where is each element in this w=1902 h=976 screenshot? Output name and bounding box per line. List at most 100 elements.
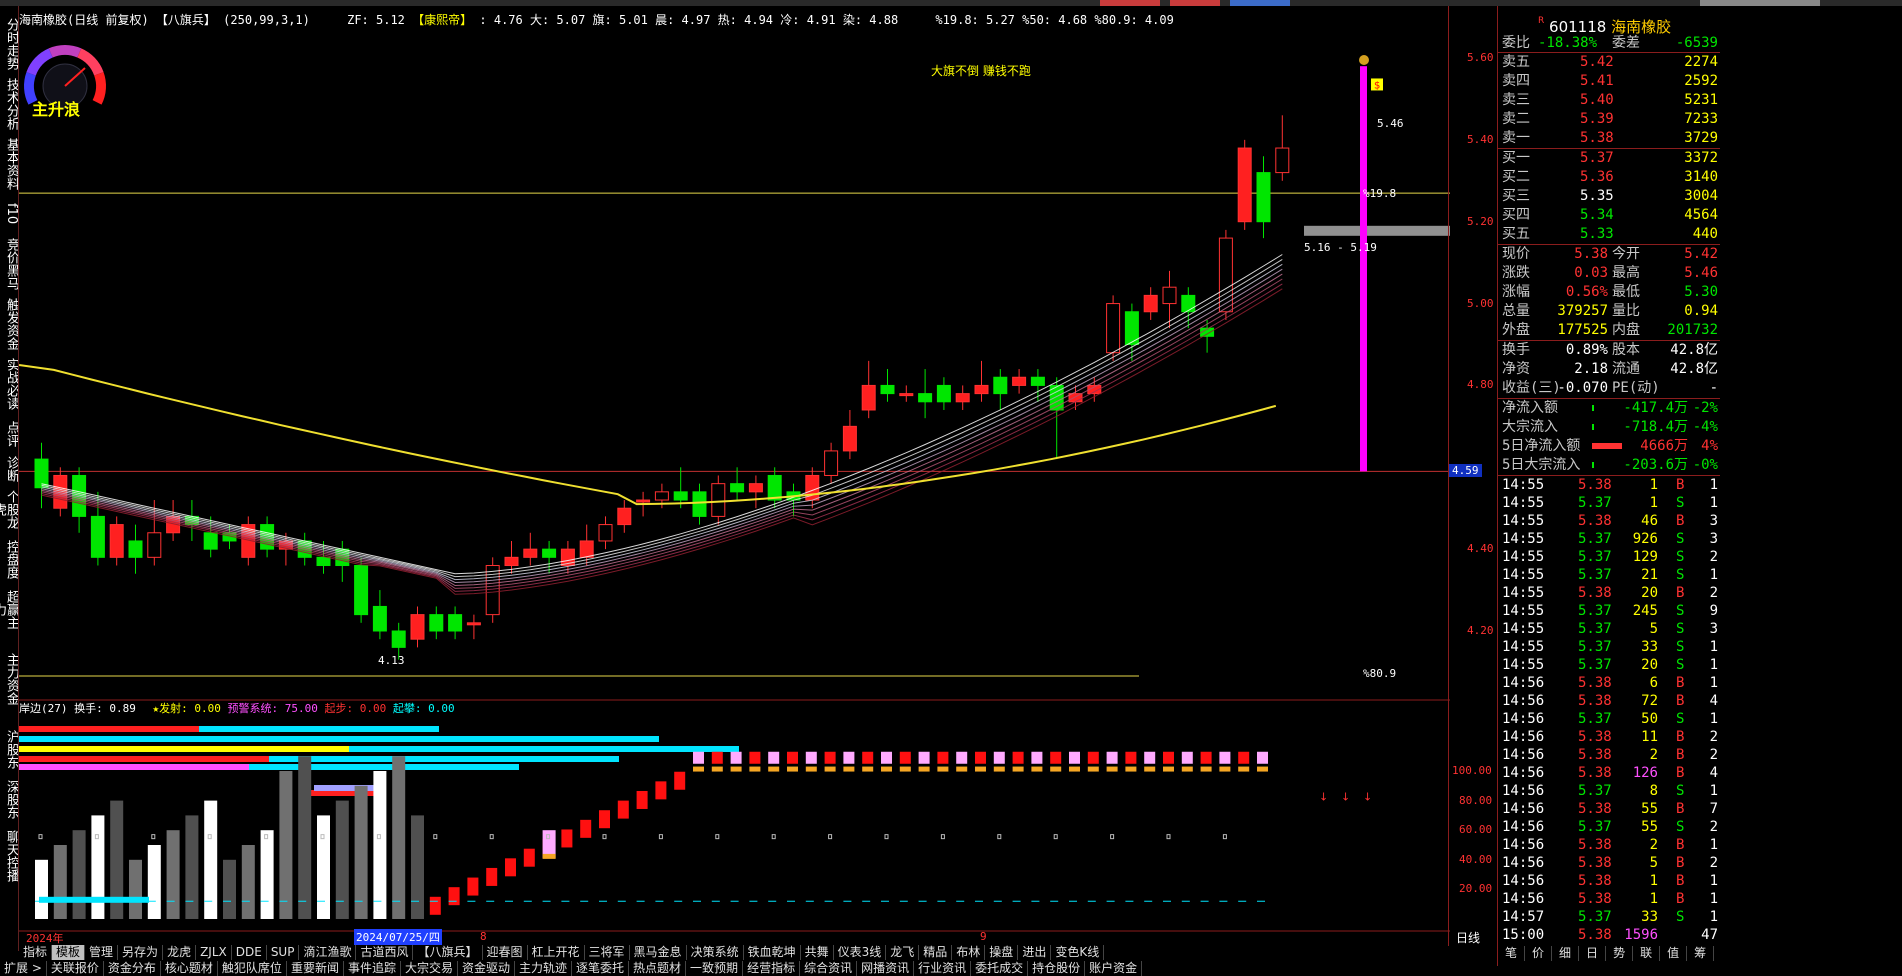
candle xyxy=(880,369,895,402)
info-tab-3[interactable]: 核心题材 xyxy=(161,961,218,976)
info-tab-10[interactable]: 逐笔委托 xyxy=(572,961,630,976)
template-tab-8[interactable]: 滴江渔歌 xyxy=(299,945,357,960)
info-tab-11[interactable]: 热点题材 xyxy=(629,961,687,976)
template-tab-6[interactable]: DDE xyxy=(232,945,267,960)
tick-row: 14:55 5.37 926 S 3 xyxy=(1498,530,1720,548)
template-tab-12[interactable]: 杠上开花 xyxy=(528,945,585,960)
left-tab-1[interactable]: 技术分析 xyxy=(0,76,18,132)
flow-value: 4666万 xyxy=(1640,438,1688,454)
left-tab-10[interactable]: 控盘度 xyxy=(0,536,18,582)
template-tab-4[interactable]: 龙虎 xyxy=(163,945,197,960)
info-tab-19[interactable]: 账户资金 xyxy=(1085,961,1143,976)
candle xyxy=(410,606,425,648)
left-tab-3[interactable]: f10 xyxy=(0,196,18,232)
left-tab-12[interactable]: 主力资金 xyxy=(0,636,18,722)
left-tab-0[interactable]: 分时走势 xyxy=(0,16,18,72)
buys-price[interactable]: 5.34 xyxy=(1580,206,1614,224)
tick-count: 1 xyxy=(1709,711,1718,727)
tick-volume: 6 xyxy=(1649,675,1658,691)
left-tab-15[interactable]: 聊天控播 xyxy=(0,826,18,886)
sells-price[interactable]: 5.41 xyxy=(1580,72,1614,90)
template-tab-7[interactable]: SUP xyxy=(267,945,300,960)
template-tab-23[interactable]: 进出 xyxy=(1018,945,1052,960)
template-tab-20[interactable]: 精品 xyxy=(919,945,953,960)
left-tab-13[interactable]: 沪股东 xyxy=(0,726,18,772)
template-tab-13[interactable]: 三将军 xyxy=(585,945,630,960)
left-tab-5[interactable]: 触发资金 xyxy=(0,296,18,352)
tick-volume: 1596 xyxy=(1624,927,1658,943)
template-tab-14[interactable]: 黑马金息 xyxy=(630,945,687,960)
template-tab-1[interactable]: 模板 xyxy=(52,945,86,960)
tick-price: 5.37 xyxy=(1578,711,1612,727)
stat-row: 收益(三) -0.070 PE(动) - xyxy=(1498,379,1720,398)
info-tab-15[interactable]: 网播资讯 xyxy=(857,961,915,976)
template-tab-24[interactable]: 变色K线 xyxy=(1051,945,1105,960)
info-tab-4[interactable]: 触犯队席位 xyxy=(218,961,287,976)
period-label[interactable]: 日线 xyxy=(1456,929,1480,946)
left-tab-9[interactable]: 个股龙虎 xyxy=(0,486,18,532)
template-tab-22[interactable]: 操盘 xyxy=(985,945,1019,960)
quote-tab-6[interactable]: 值 xyxy=(1660,946,1688,961)
template-tab-18[interactable]: 仪表3线 xyxy=(834,945,887,960)
template-tab-9[interactable]: 古道西风 xyxy=(356,945,414,960)
quote-tab-4[interactable]: 势 xyxy=(1606,946,1634,961)
quote-tab-1[interactable]: 价 xyxy=(1525,946,1553,961)
sells-price[interactable]: 5.38 xyxy=(1580,129,1614,147)
left-tab-7[interactable]: 点评 xyxy=(0,416,18,452)
info-tab-8[interactable]: 资金驱动 xyxy=(458,961,515,976)
tick-count: 1 xyxy=(1709,477,1718,493)
buys-price[interactable]: 5.36 xyxy=(1580,168,1614,186)
tick-time: 14:56 xyxy=(1502,855,1545,871)
left-tab-4[interactable]: 竞价黑马 xyxy=(0,236,18,292)
flow-row: 5日大宗流入 -203.6万 -0% xyxy=(1498,456,1720,475)
template-tab-3[interactable]: 另存为 xyxy=(118,945,164,960)
quote-tab-3[interactable]: 日 xyxy=(1579,946,1607,961)
sells-price[interactable]: 5.42 xyxy=(1580,53,1614,71)
tick-volume: 126 xyxy=(1632,765,1658,781)
buys-price[interactable]: 5.37 xyxy=(1580,149,1614,167)
left-tab-11[interactable]: 超赢主力 xyxy=(0,586,18,632)
quote-tab-7[interactable]: 筹 xyxy=(1687,946,1715,961)
template-tab-10[interactable]: 【八旗兵】 xyxy=(413,945,483,960)
info-tab-5[interactable]: 重要新闻 xyxy=(287,961,344,976)
template-tab-19[interactable]: 龙飞 xyxy=(886,945,920,960)
template-tab-16[interactable]: 铁血乾坤 xyxy=(744,945,801,960)
template-tab-11[interactable]: 迎春图 xyxy=(483,945,528,960)
info-tab-2[interactable]: 资金分布 xyxy=(104,961,161,976)
left-tab-6[interactable]: 实战必读 xyxy=(0,356,18,412)
flow-row: 大宗流入 -718.4万 -4% xyxy=(1498,418,1720,437)
buys-price[interactable]: 5.35 xyxy=(1580,187,1614,205)
left-tab-14[interactable]: 深股东 xyxy=(0,776,18,822)
buys-price[interactable]: 5.33 xyxy=(1580,225,1614,243)
template-tab-15[interactable]: 决策系统 xyxy=(687,945,744,960)
info-tab-17[interactable]: 委托成交 xyxy=(971,961,1029,976)
tick-time: 14:56 xyxy=(1502,693,1545,709)
info-tab-13[interactable]: 经营指标 xyxy=(743,961,801,976)
template-tab-2[interactable]: 管理 xyxy=(85,945,119,960)
info-tab-16[interactable]: 行业资讯 xyxy=(914,961,972,976)
info-tab-6[interactable]: 事件追踪 xyxy=(344,961,401,976)
info-tab-0[interactable]: 扩展 > xyxy=(0,961,47,976)
info-tab-7[interactable]: 大宗交易 xyxy=(401,961,458,976)
tick-side: S xyxy=(1676,657,1685,673)
left-tab-8[interactable]: 诊断 xyxy=(0,456,18,482)
quote-tab-0[interactable]: 笔 xyxy=(1498,946,1526,961)
info-tab-12[interactable]: 一致预期 xyxy=(686,961,744,976)
template-tab-5[interactable]: ZJLX xyxy=(196,945,232,960)
quote-tab-2[interactable]: 细 xyxy=(1552,946,1580,961)
template-tab-17[interactable]: 共舞 xyxy=(801,945,834,960)
left-tab-2[interactable]: 基本资料 xyxy=(0,136,18,192)
sells-price[interactable]: 5.40 xyxy=(1580,91,1614,109)
candle xyxy=(730,467,745,501)
kline-chart[interactable]: $ ↓ ↓ ↓ xyxy=(19,6,1450,946)
info-tab-9[interactable]: 主力轨迹 xyxy=(515,961,573,976)
info-tab-1[interactable]: 关联报价 xyxy=(47,961,104,976)
template-tab-21[interactable]: 布林 xyxy=(952,945,986,960)
candle xyxy=(109,516,124,566)
info-tab-18[interactable]: 持仓股份 xyxy=(1028,961,1086,976)
sub-name[interactable]: 岸边(27) xyxy=(19,702,68,715)
quote-tab-5[interactable]: 联 xyxy=(1633,946,1661,961)
sells-price[interactable]: 5.39 xyxy=(1580,110,1614,128)
template-tab-0[interactable]: 指标 xyxy=(19,945,53,960)
info-tab-14[interactable]: 综合资讯 xyxy=(800,961,858,976)
